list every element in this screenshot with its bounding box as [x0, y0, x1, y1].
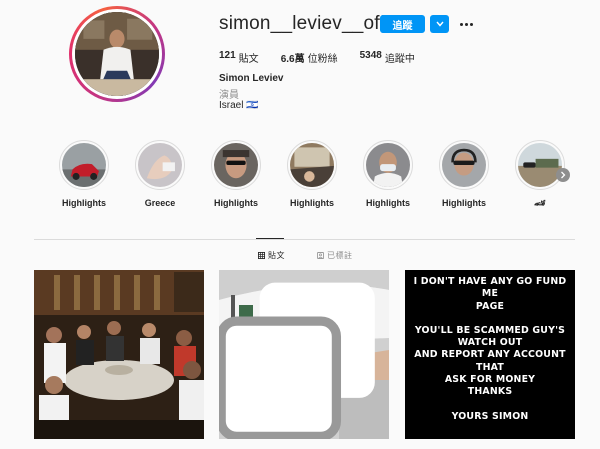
- story-highlights: Highlights Greece Highlights Highlights: [58, 140, 578, 220]
- followers-count-value: 6.6萬: [280, 54, 305, 65]
- warning-line: WATCH OUT: [457, 337, 523, 349]
- chevron-down-icon: [435, 21, 444, 27]
- warning-line: PAGE: [475, 300, 505, 312]
- highlight-cover: [439, 140, 489, 190]
- following-count[interactable]: 5348 追蹤中: [360, 50, 415, 65]
- masked-driver-thumbnail-icon: [366, 143, 410, 187]
- dot-icon: [469, 22, 473, 26]
- multiple-photos-icon: [219, 282, 375, 439]
- highlight-label: 🏎: [534, 198, 546, 208]
- highlight-cover: [211, 140, 261, 190]
- warning-line: AND REPORT ANY ACCOUNT THAT: [414, 349, 566, 373]
- tab-tagged[interactable]: 已標註: [317, 250, 353, 261]
- highlight-label: Highlights: [366, 198, 410, 208]
- dot-icon: [459, 22, 463, 26]
- highlights-next-button[interactable]: [556, 168, 570, 182]
- warning-line: THANKS: [467, 386, 513, 398]
- highlight-item[interactable]: Greece: [134, 140, 186, 208]
- highlight-label: Highlights: [442, 198, 486, 208]
- group-dinner-photo: [34, 270, 204, 439]
- highlight-label: Highlights: [214, 198, 258, 208]
- warning-line: ASK FOR MONEY: [444, 374, 536, 386]
- followers-count-label: 位粉絲: [307, 54, 338, 65]
- tab-tagged-label: 已標註: [327, 251, 353, 260]
- avatar-border: [72, 9, 162, 99]
- sunglasses-portrait-thumbnail-icon: [214, 143, 258, 187]
- highlight-item[interactable]: Highlights: [210, 140, 262, 208]
- dot-icon: [464, 22, 468, 26]
- car-window-thumbnail-icon: [290, 143, 334, 187]
- followers-count[interactable]: 6.6萬 位粉絲: [281, 50, 338, 65]
- car-on-road-thumbnail-icon: [518, 143, 562, 187]
- highlight-cover: [135, 140, 185, 190]
- chevron-right-icon: [561, 171, 566, 179]
- more-options-button[interactable]: [458, 15, 474, 33]
- highlight-cover: [287, 140, 337, 190]
- post-thumbnail-group-dinner[interactable]: [34, 270, 204, 439]
- highlight-label: Greece: [144, 198, 176, 208]
- hand-thumbnail-icon: [138, 143, 182, 187]
- red-car-thumbnail-icon: [62, 143, 106, 187]
- post-thumbnail-car-interior[interactable]: [219, 270, 389, 439]
- posts-count: 121 貼文: [219, 50, 259, 65]
- tagged-user-icon: [317, 252, 324, 259]
- profile-avatar[interactable]: [69, 6, 165, 102]
- profile-stats: 121 貼文 6.6萬 位粉絲 5348 追蹤中: [219, 50, 415, 65]
- tabs-divider: [34, 239, 575, 240]
- grid-icon: [258, 252, 265, 259]
- warning-line: YOURS SIMON: [451, 410, 529, 422]
- active-tab-indicator: [256, 238, 284, 239]
- warning-line: I DON'T HAVE ANY GO FUND ME: [413, 276, 567, 300]
- highlight-item[interactable]: Highlights: [438, 140, 490, 208]
- highlight-cover: [515, 140, 565, 190]
- profile-full-name: Simon Leviev: [219, 73, 284, 84]
- highlight-label: Highlights: [62, 198, 106, 208]
- highlight-cover: [59, 140, 109, 190]
- profile-location: Israel 🇮🇱: [219, 100, 259, 111]
- tab-posts[interactable]: 貼文: [258, 250, 285, 261]
- highlight-cover: [363, 140, 413, 190]
- highlight-item[interactable]: Highlights: [286, 140, 338, 208]
- posts-count-label: 貼文: [238, 54, 259, 65]
- posts-count-value: 121: [219, 50, 236, 61]
- tab-posts-label: 貼文: [268, 251, 285, 260]
- highlight-label: Highlights: [290, 198, 334, 208]
- warning-line: YOU'LL BE SCAMMED GUY'S: [414, 324, 566, 336]
- warning-message-text: I DON'T HAVE ANY GO FUND ME PAGE YOU'LL …: [405, 276, 575, 423]
- highlight-item[interactable]: Highlights: [58, 140, 110, 208]
- following-count-label: 追蹤中: [384, 54, 415, 65]
- avatar-photo: [75, 12, 159, 96]
- highlight-item[interactable]: Highlights: [362, 140, 414, 208]
- follow-button[interactable]: 追蹤: [380, 15, 425, 33]
- post-thumbnail-warning-text[interactable]: I DON'T HAVE ANY GO FUND ME PAGE YOU'LL …: [405, 270, 575, 439]
- suggested-accounts-button[interactable]: [430, 15, 449, 33]
- following-count-value: 5348: [359, 50, 382, 61]
- profile-category: 演員: [219, 90, 239, 101]
- pilot-headset-thumbnail-icon: [442, 143, 486, 187]
